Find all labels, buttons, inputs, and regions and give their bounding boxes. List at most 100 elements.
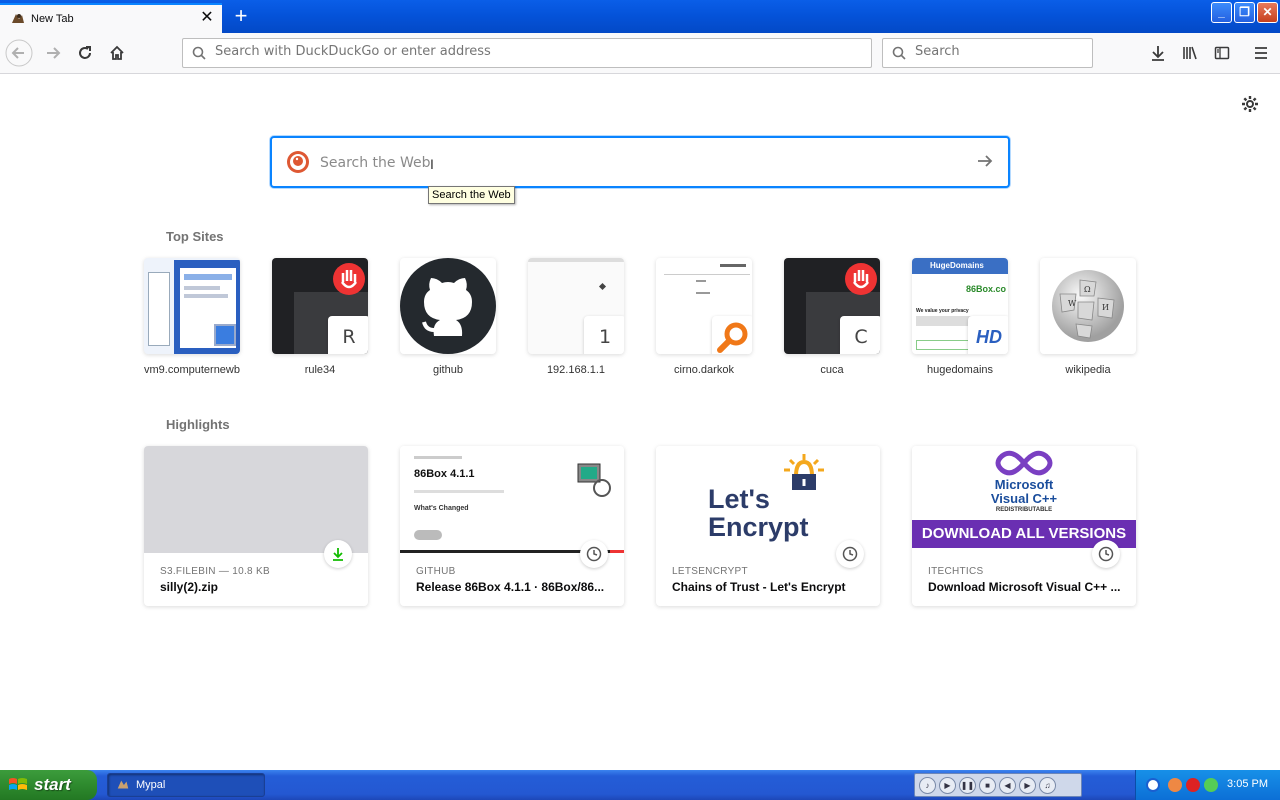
home-button[interactable] xyxy=(103,39,131,67)
gear-icon[interactable] xyxy=(1240,94,1260,114)
card-title: Release 86Box 4.1.1 · 86Box/86... xyxy=(416,580,605,594)
maximize-button[interactable]: ❐ xyxy=(1234,2,1255,23)
clock-icon xyxy=(586,546,602,562)
library-icon xyxy=(1183,46,1197,60)
download-icon xyxy=(333,548,343,561)
address-input[interactable] xyxy=(215,44,815,59)
site-label: cuca xyxy=(820,364,844,376)
highlight-card[interactable]: Let's Encrypt LETSENCRYPT Chains of Trus… xyxy=(656,446,880,606)
address-bar[interactable] xyxy=(182,38,872,68)
site-letter: C xyxy=(840,316,880,354)
site-thumbnail xyxy=(656,258,752,354)
site-label: wikipedia xyxy=(1065,364,1111,376)
top-site-tile[interactable]: 1 192.168.1.1 xyxy=(528,258,624,376)
preview-text: 86Box.co xyxy=(966,284,1007,294)
highlight-card[interactable]: Microsoft Visual C++ REDISTRIBUTABLE DOW… xyxy=(912,446,1136,606)
preview-brand: HugeDomains xyxy=(912,258,1008,274)
search-icon xyxy=(192,46,206,60)
web-search-box[interactable]: Search the Web I xyxy=(270,136,1010,188)
tooltip: Search the Web xyxy=(428,186,515,204)
card-preview: Microsoft Visual C++ REDISTRIBUTABLE DOW… xyxy=(912,446,1136,553)
site-label: github xyxy=(433,364,463,376)
preview-brand-3: REDISTRIBUTABLE xyxy=(995,507,1053,513)
forward-button[interactable] xyxy=(39,39,67,67)
arrow-right-icon[interactable] xyxy=(976,152,994,170)
top-site-tile[interactable]: HugeDomains 86Box.co We value your priva… xyxy=(912,258,1008,376)
top-site-tile[interactable]: R rule34 xyxy=(272,258,368,376)
svg-text:И: И xyxy=(1102,303,1109,312)
stop-icon[interactable]: ■ xyxy=(979,776,996,794)
mypal-app-icon xyxy=(117,780,129,789)
download-badge xyxy=(324,540,352,568)
home-icon xyxy=(110,45,124,60)
preview-brand-1: Microsoft xyxy=(994,477,1054,492)
previous-icon[interactable]: ◀ xyxy=(999,776,1016,794)
start-button[interactable]: start xyxy=(0,770,97,800)
media-player-icon[interactable]: ♪ xyxy=(919,776,936,794)
preview-line2: Encrypt xyxy=(708,512,809,542)
card-title: silly(2).zip xyxy=(160,580,219,594)
pause-icon[interactable]: ❚❚ xyxy=(959,776,976,794)
tray-back-icon[interactable] xyxy=(1146,778,1160,792)
top-site-tile[interactable]: github xyxy=(400,258,496,376)
window-controls: _ ❐ ✕ xyxy=(1211,2,1278,23)
hd-badge: HD xyxy=(968,316,1008,354)
site-thumbnail: 1 xyxy=(528,258,624,354)
search-bar[interactable] xyxy=(882,38,1093,68)
card-preview: 86Box 4.1.1 What's Changed xyxy=(400,446,624,553)
site-label: hugedomains xyxy=(926,364,994,376)
site-thumbnail: HugeDomains 86Box.co We value your priva… xyxy=(912,258,1008,354)
sidebar-button[interactable] xyxy=(1208,39,1236,67)
taskbar-item-mypal[interactable]: Mypal xyxy=(107,773,265,797)
sidebar-icon xyxy=(1214,46,1230,60)
taskbar: start Mypal ♪ ▶ ❚❚ ■ ◀ ▶ ♫ 3:05 PM xyxy=(0,770,1280,800)
stop-hand-icon xyxy=(845,263,877,295)
search-input[interactable] xyxy=(915,44,1075,59)
tray-alert-icon[interactable] xyxy=(1186,778,1200,792)
volume-icon[interactable]: ♫ xyxy=(1039,776,1056,794)
highlight-card[interactable]: S3.FILEBIN — 10.8 KB silly(2).zip xyxy=(144,446,368,606)
top-site-tile[interactable]: W Ω И wikipedia xyxy=(1040,258,1136,376)
next-icon[interactable]: ▶ xyxy=(1019,776,1036,794)
tray-network-icon[interactable] xyxy=(1204,778,1218,792)
system-tray: 3:05 PM xyxy=(1135,770,1280,800)
site-thumbnail xyxy=(144,258,240,354)
forward-arrow-icon xyxy=(47,47,61,59)
tab-title: New Tab xyxy=(31,13,74,25)
top-site-tile[interactable]: cirno.darkok xyxy=(656,258,752,376)
back-button[interactable] xyxy=(5,39,33,67)
downloads-button[interactable] xyxy=(1144,39,1172,67)
windows-flag-icon xyxy=(9,778,27,790)
search-icon xyxy=(892,46,906,60)
back-arrow-icon xyxy=(5,39,33,67)
magnifier-logo-icon xyxy=(717,322,748,353)
preview-note: We value your privacy xyxy=(916,308,969,314)
wikipedia-globe-icon: W Ω И xyxy=(1052,270,1124,342)
site-letter: 1 xyxy=(584,316,624,354)
site-label: rule34 xyxy=(304,364,336,376)
highlight-card[interactable]: 86Box 4.1.1 What's Changed GITHUB Releas… xyxy=(400,446,624,606)
card-source: LETSENCRYPT xyxy=(672,566,748,577)
site-thumbnail xyxy=(400,258,496,354)
minimize-button[interactable]: _ xyxy=(1211,2,1232,23)
play-icon[interactable]: ▶ xyxy=(939,776,956,794)
new-tab-button[interactable]: + xyxy=(228,3,254,29)
site-label: 192.168.1.1 xyxy=(546,364,606,376)
tray-security-icon[interactable] xyxy=(1168,778,1182,792)
site-letter: R xyxy=(328,316,368,354)
site-thumbnail: C xyxy=(784,258,880,354)
tab-close-icon[interactable]: ✕ xyxy=(198,9,216,27)
top-site-tile[interactable]: vm9.computernewb xyxy=(144,258,240,376)
top-site-tile[interactable]: C cuca xyxy=(784,258,880,376)
library-button[interactable] xyxy=(1176,39,1204,67)
reload-button[interactable] xyxy=(71,39,99,67)
site-label: cirno.darkok xyxy=(674,364,734,376)
menu-button[interactable] xyxy=(1247,39,1275,67)
duckduckgo-logo-icon xyxy=(287,151,309,173)
site-label: vm9.computernewb xyxy=(144,364,240,376)
tab-new-tab[interactable]: New Tab ✕ xyxy=(0,3,222,33)
close-window-button[interactable]: ✕ xyxy=(1257,2,1278,23)
site-thumbnail: W Ω И xyxy=(1040,258,1136,354)
clock: 3:05 PM xyxy=(1227,778,1268,790)
reload-icon xyxy=(79,46,91,59)
